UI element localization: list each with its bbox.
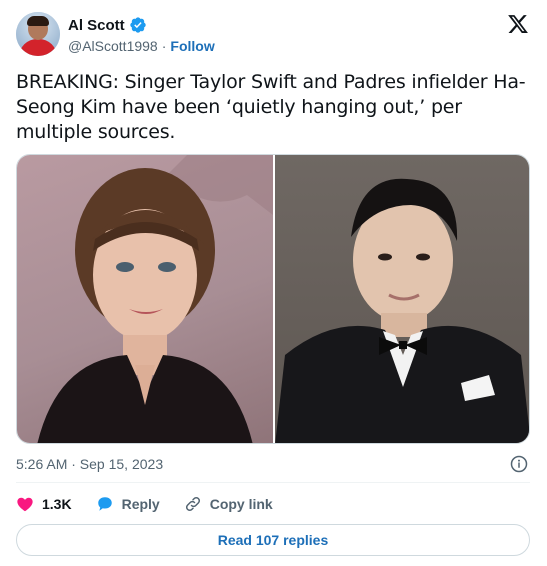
tweet-text: BREAKING: Singer Taylor Swift and Padres… bbox=[16, 71, 526, 143]
like-button[interactable]: 1.3K bbox=[16, 495, 72, 513]
handle-separator: · bbox=[161, 38, 167, 54]
reply-label: Reply bbox=[121, 496, 160, 512]
copy-link-label: Copy link bbox=[209, 496, 273, 512]
author-handle-row: @AlScott1998 · Follow bbox=[68, 38, 215, 54]
x-logo-icon[interactable] bbox=[506, 13, 530, 35]
follow-button[interactable]: Follow bbox=[170, 38, 214, 54]
tweet-card: Al Scott @AlScott1998 · Follow BREAKING:… bbox=[0, 0, 547, 566]
photo-right[interactable] bbox=[275, 155, 529, 443]
like-count: 1.3K bbox=[42, 496, 72, 512]
divider-line bbox=[16, 482, 530, 483]
author-name-row: Al Scott bbox=[68, 16, 147, 34]
speech-bubble-icon bbox=[97, 497, 112, 511]
heart-icon bbox=[17, 497, 33, 512]
author-display-name[interactable]: Al Scott bbox=[68, 17, 125, 34]
author-handle[interactable]: @AlScott1998 bbox=[68, 38, 158, 54]
tweet-actions: 1.3K Reply Copy link bbox=[16, 494, 297, 514]
photo-left[interactable] bbox=[17, 155, 273, 443]
verified-badge-icon bbox=[129, 16, 147, 34]
info-icon[interactable] bbox=[510, 455, 528, 473]
avatar[interactable] bbox=[16, 12, 60, 56]
link-icon bbox=[185, 496, 200, 512]
copy-link-button[interactable]: Copy link bbox=[184, 495, 273, 513]
tweet-timestamp[interactable]: 5:26 AM · Sep 15, 2023 bbox=[16, 456, 163, 472]
tweet-media[interactable] bbox=[16, 154, 530, 444]
read-replies-button[interactable]: Read 107 replies bbox=[16, 524, 530, 556]
reply-button[interactable]: Reply bbox=[96, 495, 160, 513]
